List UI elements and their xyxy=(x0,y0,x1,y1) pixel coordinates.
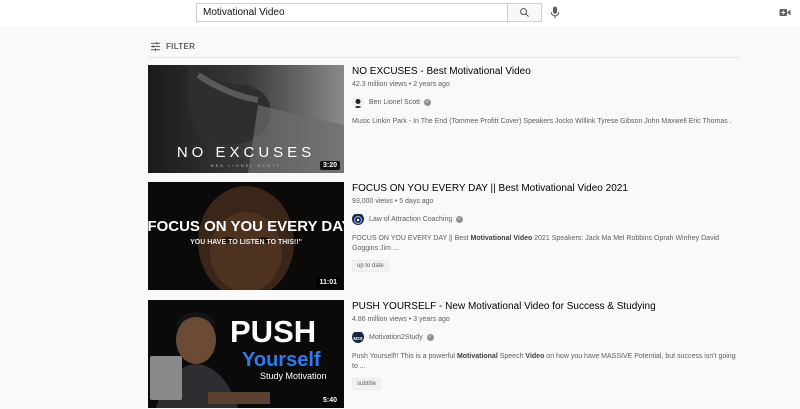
video-result[interactable]: PUSH Yourself Study Motivation 5:40 PUSH… xyxy=(148,300,740,408)
voice-search-button[interactable] xyxy=(546,3,564,22)
video-badge: subtitle xyxy=(352,378,382,390)
filter-label: FILTER xyxy=(166,41,196,51)
thumbnail-title-text: PUSH xyxy=(230,314,316,349)
thumbnail-subtitle-text: YOU HAVE TO LISTEN TO THIS!!" xyxy=(190,239,302,246)
video-duration: 5:40 xyxy=(319,396,340,405)
thumbnail-subtitle-text: BEN LIONEL SCOTT xyxy=(211,163,281,168)
top-bar: Motivational Video xyxy=(0,0,800,26)
channel-avatar[interactable] xyxy=(352,96,364,108)
video-meta: 42.3 million views • 2 years ago xyxy=(352,81,450,88)
search-icon xyxy=(520,8,530,18)
filter-button[interactable]: FILTER xyxy=(150,40,195,52)
video-info: FOCUS ON YOU EVERY DAY || Best Motivatio… xyxy=(352,182,738,272)
video-duration: 3:20 xyxy=(319,161,340,170)
channel-avatar[interactable]: M2S xyxy=(352,331,364,343)
channel-link[interactable]: Law of Attraction Coaching ✓ xyxy=(352,213,738,225)
verified-check-icon: ✓ xyxy=(456,215,464,223)
thumbnail-title-text: NO EXCUSES xyxy=(177,144,315,161)
channel-avatar[interactable] xyxy=(352,213,364,225)
video-result[interactable]: "FOCUS ON YOU EVERY DAY YOU HAVE TO LIST… xyxy=(148,182,740,290)
thumbnail-subtitle-text: Study Motivation xyxy=(260,371,327,381)
search-button[interactable] xyxy=(508,3,542,22)
avatar-icon xyxy=(352,214,364,225)
channel-link[interactable]: M2S Motivation2Study ✓ xyxy=(352,331,738,343)
svg-text:M2S: M2S xyxy=(353,336,362,341)
create-video-button[interactable] xyxy=(776,4,794,20)
video-meta: 93,000 views • 5 days ago xyxy=(352,198,434,205)
video-info: PUSH YOURSELF - New Motivational Video f… xyxy=(352,300,738,390)
channel-name[interactable]: Law of Attraction Coaching xyxy=(369,216,452,223)
microphone-icon xyxy=(550,6,560,19)
thumbnail-image: NO EXCUSES BEN LIONEL SCOTT xyxy=(148,65,344,173)
video-info: NO EXCUSES - Best Motivational Video 42.… xyxy=(352,65,738,127)
thumbnail-title-text: "FOCUS ON YOU EVERY DAY xyxy=(148,218,344,235)
verified-check-icon: ✓ xyxy=(423,98,431,106)
thumbnail-image: "FOCUS ON YOU EVERY DAY YOU HAVE TO LIST… xyxy=(148,182,344,290)
video-title[interactable]: PUSH YOURSELF - New Motivational Video f… xyxy=(352,300,738,313)
video-duration: 11:01 xyxy=(316,278,340,287)
verified-check-icon: ✓ xyxy=(426,333,434,341)
video-thumbnail[interactable]: "FOCUS ON YOU EVERY DAY YOU HAVE TO LIST… xyxy=(148,182,344,290)
video-description: Music Linkin Park - In The End (Tommee P… xyxy=(352,118,732,125)
video-meta: 4.86 million views • 3 years ago xyxy=(352,316,450,323)
video-camera-icon xyxy=(779,8,791,16)
avatar-icon: M2S xyxy=(352,332,364,343)
avatar-icon xyxy=(352,97,364,108)
video-result[interactable]: NO EXCUSES BEN LIONEL SCOTT 3:20 NO EXCU… xyxy=(148,65,740,173)
video-title[interactable]: FOCUS ON YOU EVERY DAY || Best Motivatio… xyxy=(352,182,738,195)
divider xyxy=(148,57,740,58)
video-description: FOCUS ON YOU EVERY DAY || Best Motivatio… xyxy=(352,235,720,252)
channel-name[interactable]: Motivation2Study xyxy=(369,334,423,341)
channel-name[interactable]: Ben Lionel Scott xyxy=(369,99,420,106)
filter-sliders-icon xyxy=(150,41,161,51)
video-thumbnail[interactable]: NO EXCUSES BEN LIONEL SCOTT 3:20 xyxy=(148,65,344,173)
search-input[interactable]: Motivational Video xyxy=(196,3,508,22)
video-badge: up to date xyxy=(352,260,389,272)
video-thumbnail[interactable]: PUSH Yourself Study Motivation 5:40 xyxy=(148,300,344,408)
channel-link[interactable]: Ben Lionel Scott ✓ xyxy=(352,96,738,108)
video-title[interactable]: NO EXCUSES - Best Motivational Video xyxy=(352,65,738,78)
video-description: Push Yourself!! This is a powerful Motiv… xyxy=(352,353,736,370)
thumbnail-title-text-2: Yourself xyxy=(242,349,321,371)
thumbnail-image: PUSH Yourself Study Motivation xyxy=(148,300,344,408)
